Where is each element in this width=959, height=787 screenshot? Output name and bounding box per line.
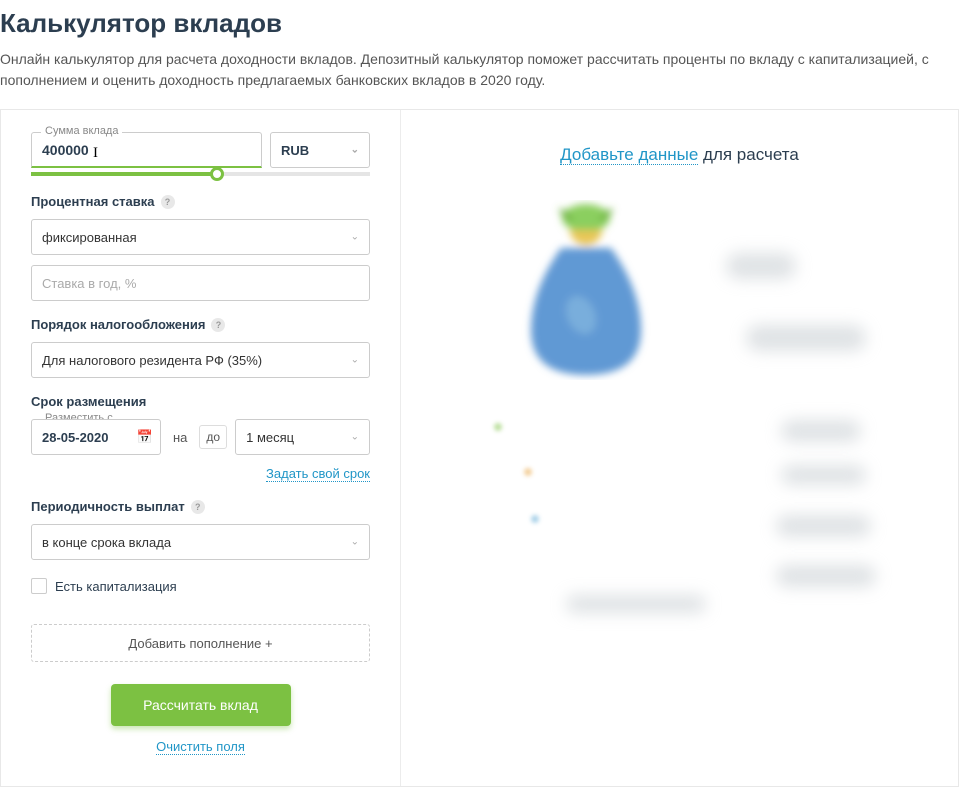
rate-type-value: фиксированная	[42, 230, 137, 245]
add-deposit-button[interactable]: Добавить пополнение +	[31, 624, 370, 662]
legend-dot	[531, 515, 539, 523]
payout-value: в конце срока вклада	[42, 535, 171, 550]
help-icon[interactable]: ?	[191, 500, 205, 514]
rate-input[interactable]	[31, 265, 370, 301]
slider-thumb[interactable]	[210, 167, 224, 181]
legend-dot	[524, 468, 532, 476]
capitalization-row: Есть капитализация	[31, 578, 370, 594]
tax-value: Для налогового резидента РФ (35%)	[42, 353, 262, 368]
capitalization-checkbox[interactable]	[31, 578, 47, 594]
rate-section-label: Процентная ставка ?	[31, 194, 370, 209]
page-title: Калькулятор вкладов	[0, 8, 959, 39]
payout-section-label: Периодичность выплат ?	[31, 499, 370, 514]
placeholder-bar	[781, 465, 866, 485]
chevron-down-icon: ⌄	[351, 537, 359, 548]
chevron-down-icon: ⌄	[351, 432, 359, 443]
date-field-wrap: Разместить с 📅	[31, 419, 161, 455]
custom-term-row: Задать свой срок	[31, 465, 370, 483]
main-container: Сумма вклада RUB ⌄ Процентная ставка ? ф…	[0, 109, 959, 787]
form-panel: Сумма вклада RUB ⌄ Процентная ставка ? ф…	[1, 110, 401, 786]
calculate-button[interactable]: Рассчитать вклад	[111, 684, 291, 726]
help-icon[interactable]: ?	[211, 318, 225, 332]
chevron-down-icon: ⌄	[351, 355, 359, 366]
placeholder-bar	[566, 595, 706, 613]
placeholder-bar	[776, 515, 871, 537]
currency-select[interactable]: RUB ⌄	[270, 132, 370, 168]
result-title: Добавьте данные для расчета	[560, 145, 799, 165]
custom-term-link[interactable]: Задать свой срок	[266, 466, 370, 482]
currency-value: RUB	[281, 143, 309, 158]
term-period-select[interactable]: 1 месяц ⌄	[235, 419, 370, 455]
term-period-value: 1 месяц	[246, 430, 294, 445]
amount-slider[interactable]	[31, 172, 370, 176]
calendar-icon[interactable]: 📅	[137, 429, 153, 445]
page-description: Онлайн калькулятор для расчета доходност…	[0, 49, 959, 91]
tax-section-label: Порядок налогообложения ?	[31, 317, 370, 332]
amount-input[interactable]	[31, 132, 262, 168]
placeholder-bar	[781, 420, 861, 442]
slider-fill	[31, 172, 217, 176]
legend-dot	[494, 423, 502, 431]
capitalization-label: Есть капитализация	[55, 579, 177, 594]
chevron-down-icon: ⌄	[351, 145, 359, 156]
help-icon[interactable]: ?	[161, 195, 175, 209]
amount-label: Сумма вклада	[41, 125, 122, 137]
clear-link[interactable]: Очистить поля	[156, 739, 245, 755]
rate-type-select[interactable]: фиксированная ⌄	[31, 219, 370, 255]
result-panel: Добавьте данные для расчета	[401, 110, 958, 786]
placeholder-bar	[746, 325, 866, 351]
chevron-down-icon: ⌄	[351, 232, 359, 243]
term-section-label: Срок размещения	[31, 394, 370, 409]
payout-select[interactable]: в конце срока вклада ⌄	[31, 524, 370, 560]
na-label: на	[173, 430, 187, 445]
amount-field-wrap: Сумма вклада	[31, 132, 262, 168]
money-bag-icon	[501, 200, 671, 380]
clear-row: Очистить поля	[31, 738, 370, 756]
tax-select[interactable]: Для налогового резидента РФ (35%) ⌄	[31, 342, 370, 378]
placeholder-bar	[726, 253, 796, 279]
placeholder-bar	[776, 565, 876, 587]
add-data-link[interactable]: Добавьте данные	[560, 145, 698, 165]
result-placeholder-area	[431, 195, 928, 555]
do-toggle[interactable]: до	[199, 425, 227, 449]
